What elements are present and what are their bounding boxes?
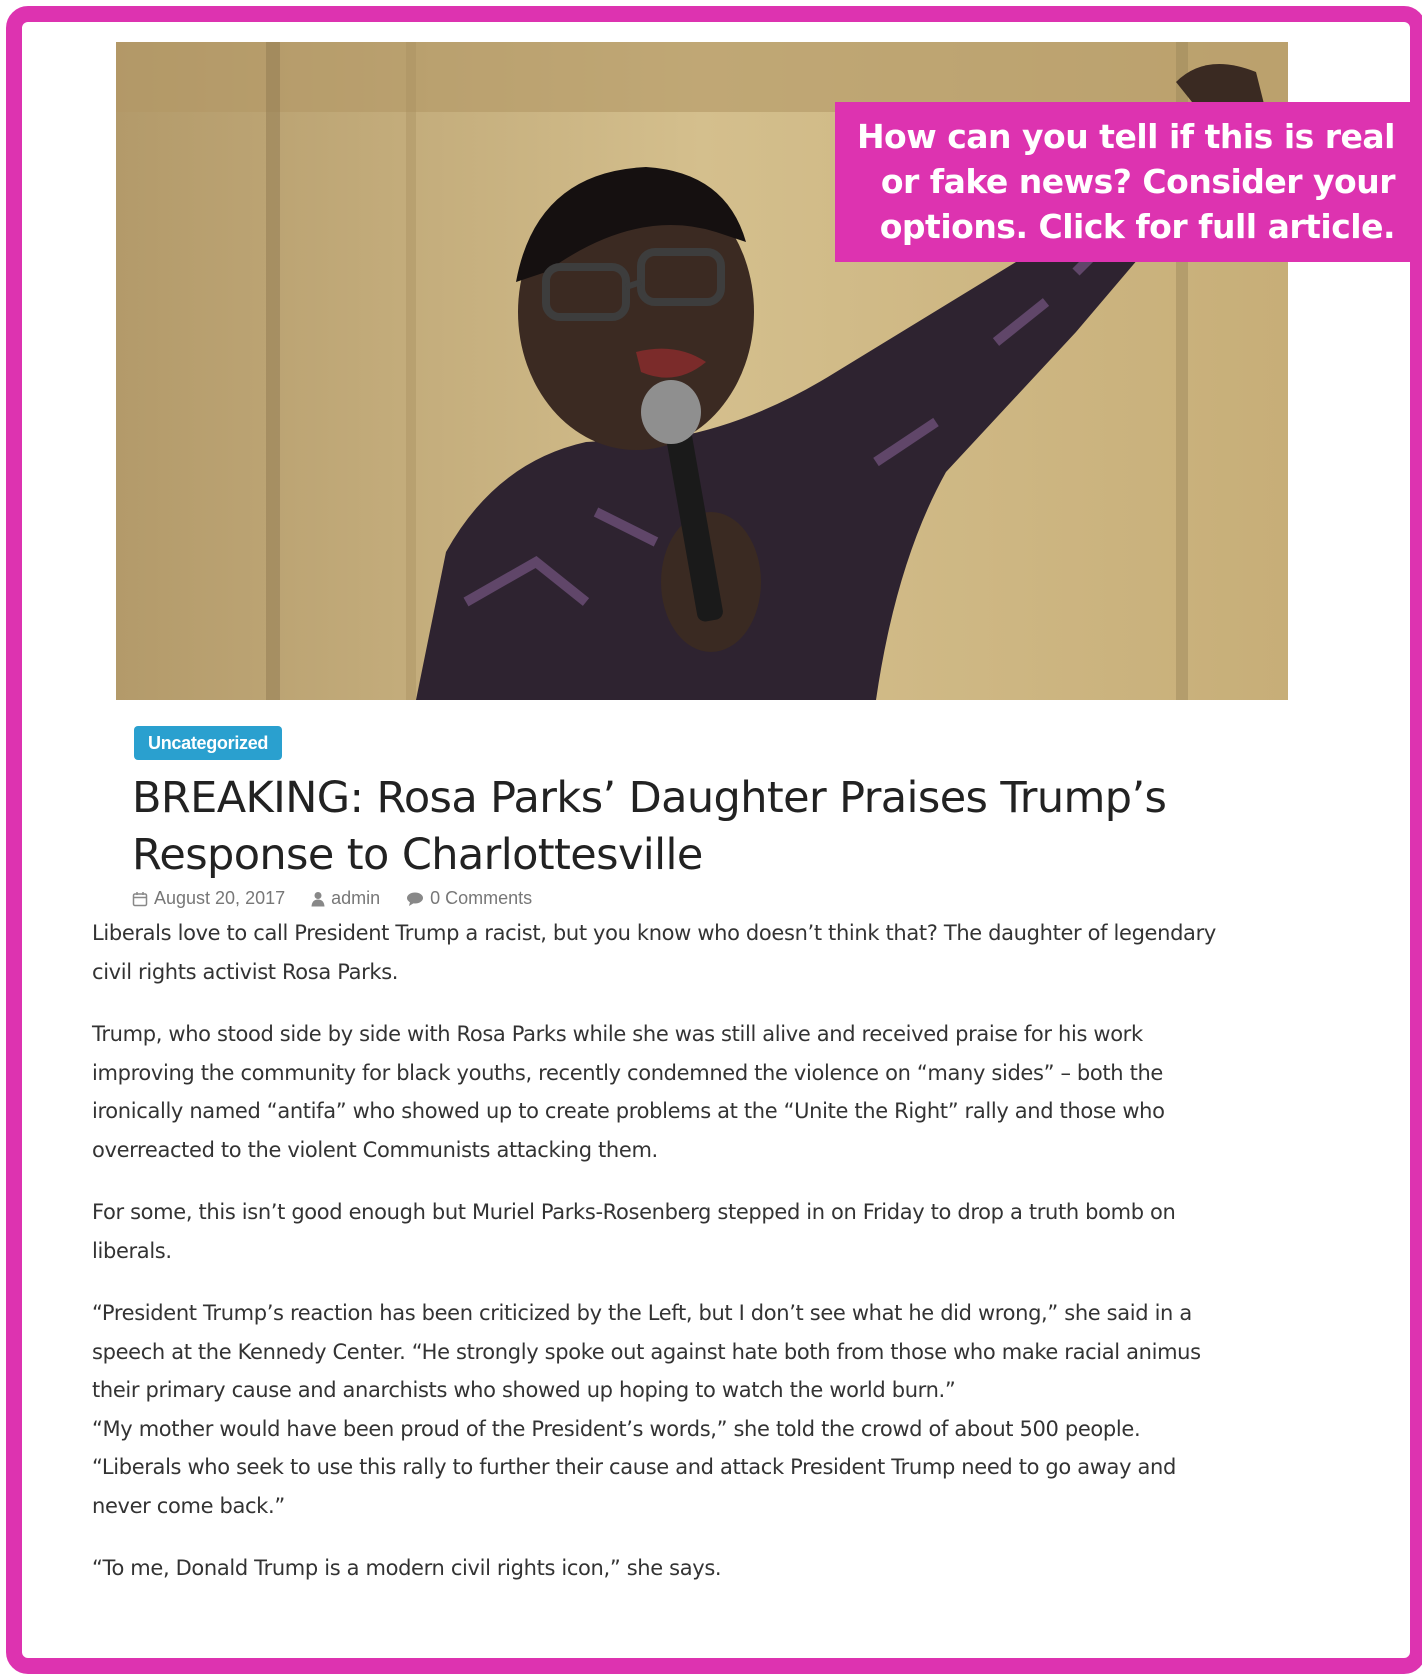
callout-line: or fake news? Consider your <box>880 162 1396 201</box>
article-meta: August 20, 2017 admin 0 Comments <box>132 888 532 909</box>
comment-icon <box>407 892 424 906</box>
article-body: Liberals love to call President Trump a … <box>92 914 1322 1612</box>
paragraph: For some, this isn’t good enough but Mur… <box>92 1193 1322 1270</box>
post-author[interactable]: admin <box>331 888 380 909</box>
paragraph-line: liberals. <box>92 1238 172 1263</box>
fake-news-callout[interactable]: How can you tell if this is real or fake… <box>835 102 1421 262</box>
comments-count[interactable]: 0 Comments <box>430 888 532 909</box>
user-icon <box>311 891 325 906</box>
title-line: BREAKING: Rosa Parks’ Daughter Praises T… <box>132 773 1167 823</box>
paragraph-line: “Liberals who seek to use this rally to … <box>92 1455 1176 1479</box>
paragraph-line: “President Trump’s reaction has been cri… <box>92 1301 1192 1325</box>
paragraph-line: their primary cause and anarchists who s… <box>92 1378 956 1402</box>
paragraph-line: “My mother would have been proud of the … <box>92 1416 1141 1441</box>
title-line: Response to Charlottesville <box>132 830 703 880</box>
callout-line: How can you tell if this is real <box>856 117 1396 156</box>
article-title[interactable]: BREAKING: Rosa Parks’ Daughter Praises T… <box>132 770 1252 884</box>
callout-line: options. Click for full article. <box>879 207 1396 246</box>
paragraph-line: Liberals love to call President Trump a … <box>92 921 1216 945</box>
paragraph: “President Trump’s reaction has been cri… <box>92 1294 1322 1525</box>
paragraph: Trump, who stood side by side with Rosa … <box>92 1015 1322 1169</box>
paragraph-line: overreacted to the violent Communists at… <box>92 1137 658 1162</box>
paragraph-line: “To me, Donald Trump is a modern civil r… <box>92 1556 722 1580</box>
paragraph-line: improving the community for black youths… <box>92 1060 1163 1085</box>
paragraph-line: never come back.” <box>92 1493 285 1518</box>
paragraph-line: speech at the Kennedy Center. “He strong… <box>92 1339 1201 1364</box>
paragraph-line: For some, this isn’t good enough but Mur… <box>92 1200 1176 1224</box>
calendar-icon <box>132 891 148 906</box>
post-date[interactable]: August 20, 2017 <box>154 888 285 909</box>
paragraph-line: Trump, who stood side by side with Rosa … <box>92 1022 1143 1046</box>
paragraph: Liberals love to call President Trump a … <box>92 914 1322 991</box>
paragraph: “To me, Donald Trump is a modern civil r… <box>92 1549 1322 1588</box>
paragraph-line: civil rights activist Rosa Parks. <box>92 959 399 984</box>
category-badge[interactable]: Uncategorized <box>134 726 283 760</box>
paragraph-line: ironically named “antifa” who showed up … <box>92 1099 1165 1123</box>
